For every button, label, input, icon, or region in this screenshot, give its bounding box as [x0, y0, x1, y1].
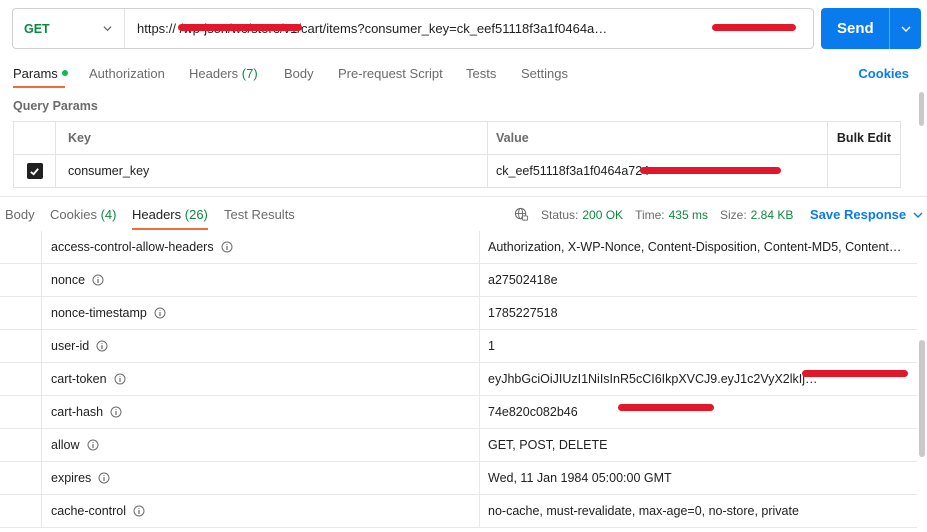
time-label: Time: [635, 207, 665, 222]
header-value[interactable]: Authorization, X-WP-Nonce, Content-Dispo… [480, 231, 917, 263]
info-icon[interactable] [92, 274, 104, 286]
table-row: access-control-allow-headers Authorizatio… [0, 231, 917, 264]
tab-authorization[interactable]: Authorization [89, 66, 165, 81]
response-tabs: Body Cookies (4) Headers (26) Test Resul… [0, 197, 927, 231]
params-scrollbar[interactable] [919, 92, 924, 126]
tab-body[interactable]: Body [284, 66, 314, 81]
response-headers-table: access-control-allow-headers Authorizatio… [0, 231, 917, 528]
active-tab-indicator [13, 86, 65, 88]
request-tabs: Params Authorization Headers (7) Body Pr… [0, 60, 927, 88]
status-label: Status: [541, 207, 579, 222]
save-response-label: Save Response [810, 207, 907, 222]
param-row-spacer [828, 155, 900, 187]
tab-params-label: Params [13, 66, 58, 81]
param-key-cell[interactable]: consumer_key [56, 155, 488, 187]
header-key: nonce-timestamp [51, 306, 147, 320]
response-pane: Body Cookies (4) Headers (26) Test Resul… [0, 196, 927, 532]
header-key: expires [51, 471, 92, 485]
table-row: nonce a27502418e [0, 264, 917, 297]
size-label: Size: [719, 207, 747, 222]
checkbox-column-header [14, 122, 56, 154]
tab-response-headers-label: Headers [132, 207, 182, 222]
redaction-mark [640, 167, 781, 174]
tab-response-cookies[interactable]: Cookies (4) [50, 207, 116, 222]
status-value[interactable]: 200 OK [582, 208, 623, 222]
info-icon[interactable] [133, 505, 145, 517]
header-value[interactable]: a27502418e [480, 264, 917, 296]
checkmark-icon [30, 167, 39, 176]
size-value[interactable]: 2.84 KB [751, 208, 794, 222]
tab-prerequest-script[interactable]: Pre-request Script [338, 66, 443, 81]
header-key: cart-hash [51, 405, 104, 419]
header-key: access-control-allow-headers [51, 240, 214, 254]
query-params-table: Key Value Bulk Edit consumer_key ck_eef5… [13, 121, 901, 188]
tab-test-results[interactable]: Test Results [224, 207, 295, 222]
query-params-title: Query Params [13, 99, 98, 113]
method-label: GET [24, 21, 50, 36]
header-value[interactable]: 74e820c082b46 [480, 396, 917, 428]
param-enabled-checkbox[interactable] [26, 163, 43, 179]
info-icon[interactable] [154, 307, 166, 319]
redaction-mark [802, 370, 908, 377]
header-value[interactable]: eyJhbGciOiJIUzI1NiIsInR5cCI6IkpXVCJ9.eyJ… [480, 363, 917, 395]
tab-headers[interactable]: Headers (7) [189, 66, 258, 81]
info-icon[interactable] [114, 373, 126, 385]
header-key: cache-control [51, 504, 127, 518]
redaction-mark [618, 404, 714, 411]
header-key: nonce [51, 273, 86, 287]
header-value[interactable]: GET, POST, DELETE [480, 429, 917, 461]
header-value[interactable]: no-cache, must-revalidate, max-age=0, no… [480, 495, 917, 527]
header-value[interactable]: 1785227518 [480, 297, 917, 329]
cookies-link[interactable]: Cookies [858, 66, 909, 81]
globe-network-icon[interactable] [514, 207, 529, 222]
table-row: cart-hash 74e820c082b46 [0, 396, 917, 429]
chevron-down-icon [103, 26, 112, 32]
bulk-edit-button[interactable]: Bulk Edit [828, 122, 900, 154]
table-header-row: Key Value Bulk Edit [14, 122, 900, 155]
params-active-dot [61, 70, 68, 76]
tab-params[interactable]: Params [13, 66, 68, 81]
active-tab-indicator [132, 228, 208, 230]
send-options-button[interactable] [890, 24, 921, 34]
table-row: cache-control no-cache, must-revalidate, … [0, 495, 917, 528]
info-icon[interactable] [98, 472, 110, 484]
info-icon[interactable] [96, 340, 108, 352]
tab-headers-count: (7) [241, 66, 258, 81]
response-status-bar: Status: 200 OK Time: 435 ms Size: 2.84 K… [514, 207, 793, 222]
key-column-header: Key [68, 131, 91, 145]
tab-response-cookies-count: (4) [100, 207, 117, 222]
value-column-header: Value [496, 131, 529, 145]
header-key: user-id [51, 339, 90, 353]
redaction-mark [178, 24, 302, 31]
chevron-down-icon [913, 212, 923, 218]
tab-response-headers-count: (26) [184, 207, 208, 222]
chevron-down-icon [901, 26, 910, 32]
tab-response-body[interactable]: Body [5, 207, 35, 222]
header-key: allow [51, 438, 80, 452]
info-icon[interactable] [87, 439, 99, 451]
info-icon[interactable] [221, 241, 233, 253]
header-value[interactable]: Wed, 11 Jan 1984 05:00:00 GMT [480, 462, 917, 494]
tab-response-headers[interactable]: Headers (26) [132, 207, 208, 222]
table-row: nonce-timestamp 1785227518 [0, 297, 917, 330]
response-scrollbar[interactable] [919, 340, 925, 457]
save-response-button[interactable]: Save Response [810, 207, 923, 222]
table-row: cart-token eyJhbGciOiJIUzI1NiIsInR5cCI6Ik… [0, 363, 917, 396]
header-key: cart-token [51, 372, 107, 386]
tab-settings[interactable]: Settings [521, 66, 568, 81]
tab-response-cookies-label: Cookies [50, 207, 97, 222]
header-value[interactable]: 1 [480, 330, 917, 362]
send-button[interactable]: Send [821, 8, 921, 49]
tab-tests[interactable]: Tests [466, 66, 496, 81]
method-selector[interactable]: GET [13, 9, 125, 48]
tab-headers-label: Headers [189, 66, 239, 81]
table-row: allow GET, POST, DELETE [0, 429, 917, 462]
info-icon[interactable] [110, 406, 122, 418]
table-row: expires Wed, 11 Jan 1984 05:00:00 GMT [0, 462, 917, 495]
time-value[interactable]: 435 ms [669, 208, 708, 222]
send-label: Send [837, 20, 874, 37]
redaction-mark [712, 24, 796, 31]
table-row: user-id 1 [0, 330, 917, 363]
request-url-bar: GET https:// /wp-json/wc/store/v1/cart/i… [12, 8, 814, 49]
